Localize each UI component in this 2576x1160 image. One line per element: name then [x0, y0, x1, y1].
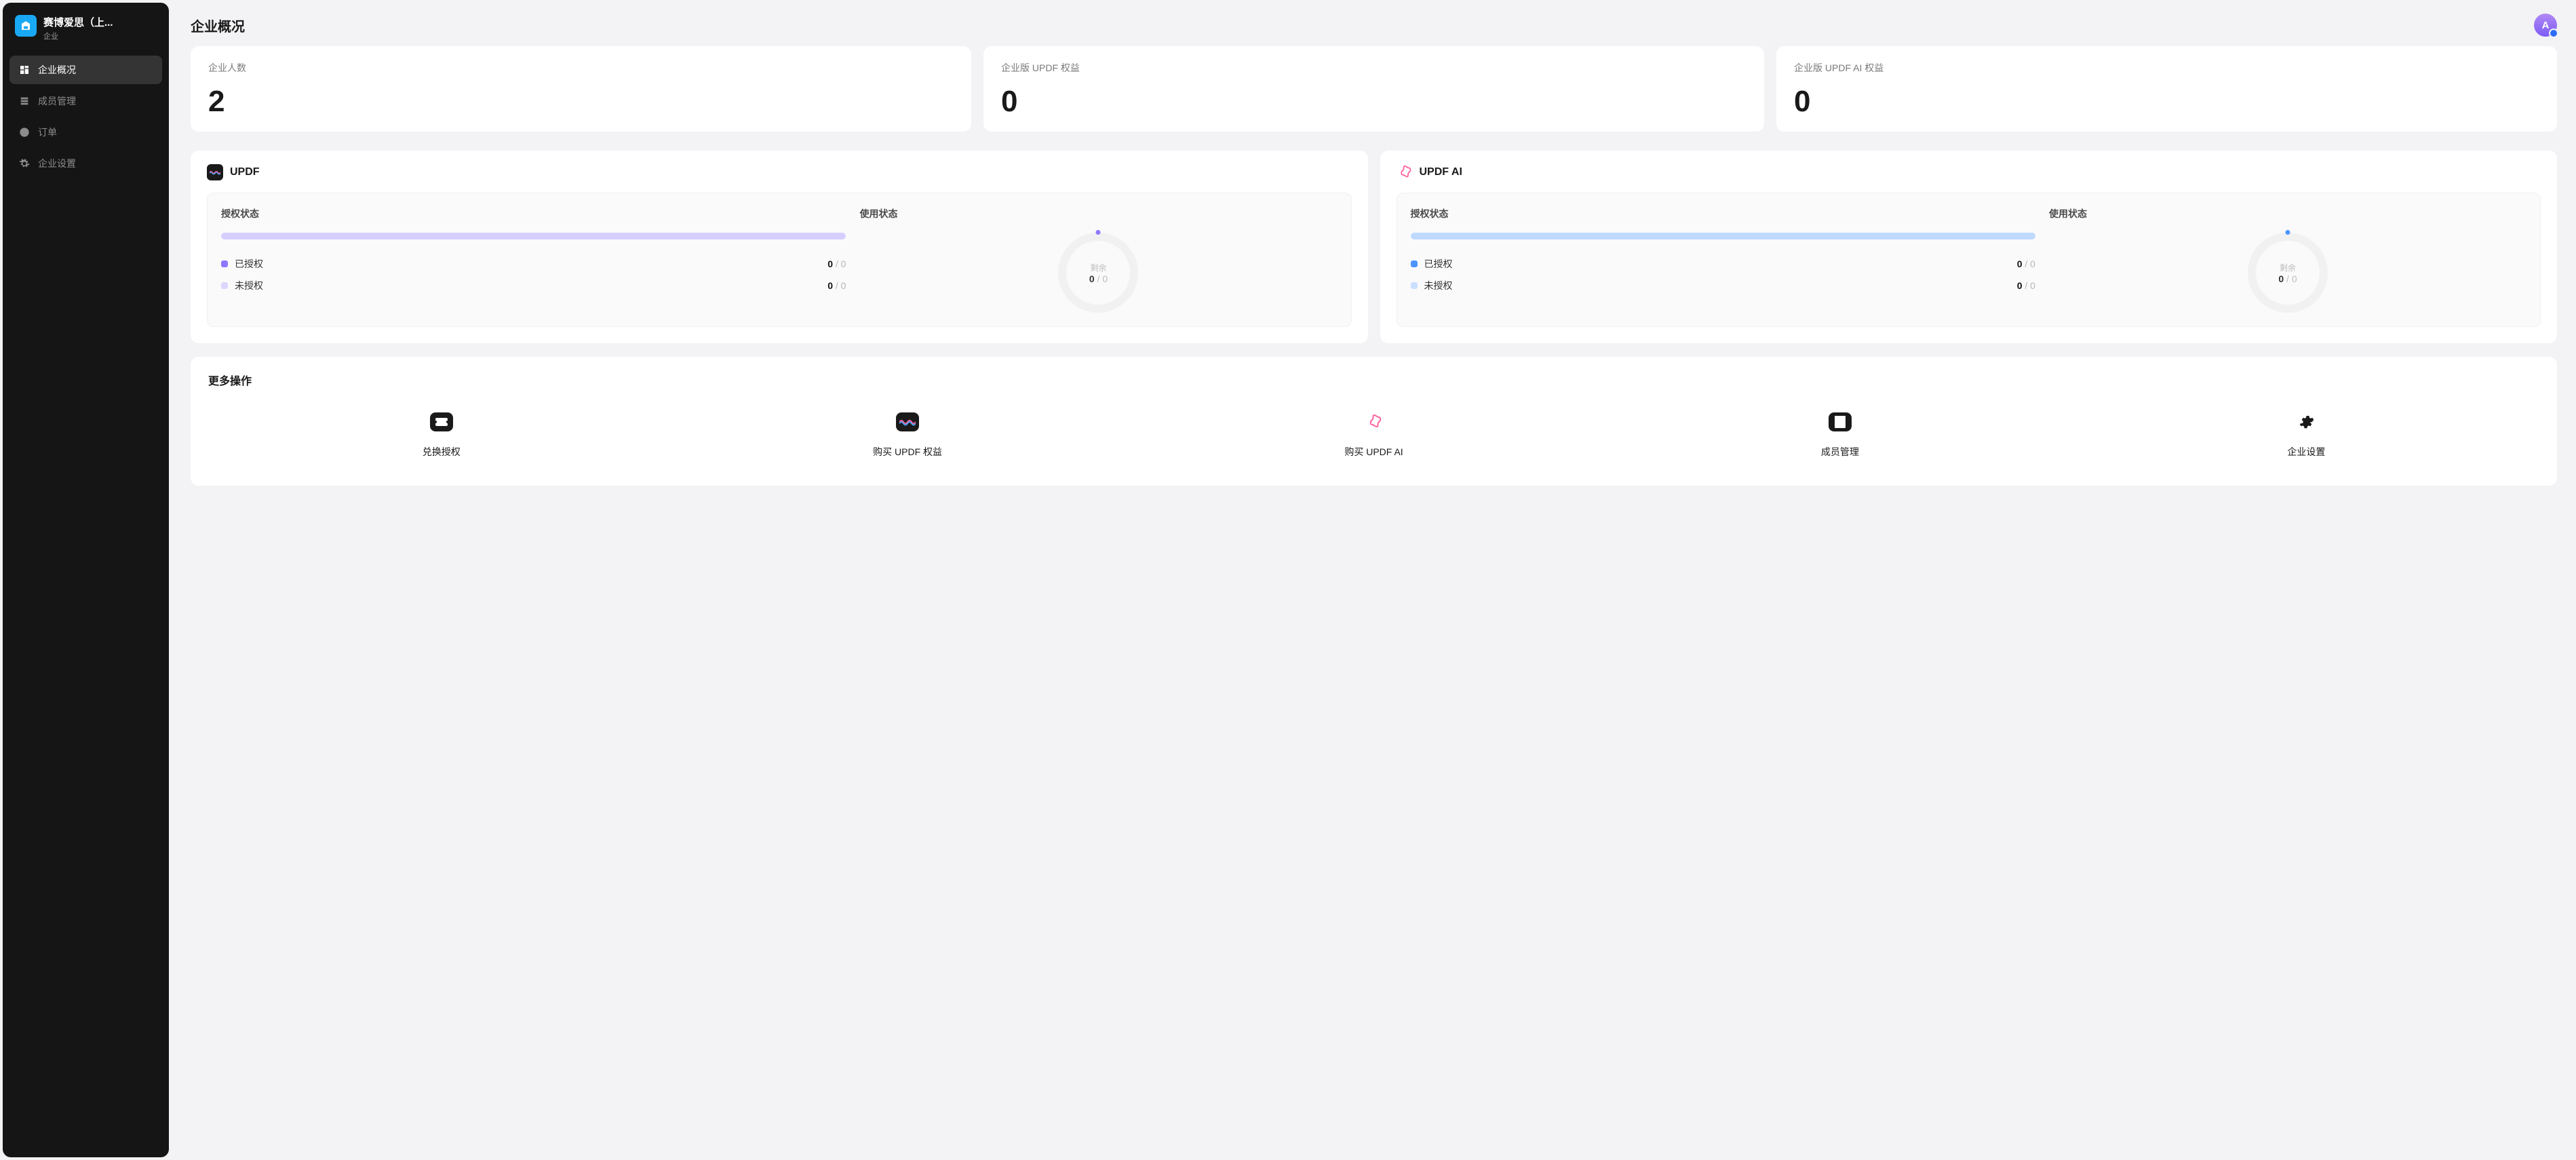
updf-icon	[207, 164, 223, 180]
legend-label: 已授权	[235, 257, 263, 271]
action-buy-updf-ai[interactable]: 购买 UPDF AI	[1141, 406, 1607, 465]
legend-swatch-icon	[1411, 260, 1418, 267]
action-label: 兑换授权	[423, 445, 461, 459]
sidebar-nav: 企业概况 成员管理 订单 企业设置	[9, 56, 162, 178]
legend-label: 未授权	[235, 279, 263, 292]
dashboard-icon	[19, 64, 30, 75]
stat-card-updf: 企业版 UPDF 权益 0	[983, 46, 1764, 132]
sidebar-header: 赛博爱思（上... 企业	[9, 15, 162, 52]
sidebar-item-label: 成员管理	[38, 94, 76, 108]
product-body: 授权状态 已授权 0 / 0	[1397, 193, 2541, 327]
orders-icon	[19, 127, 30, 138]
sidebar: 赛博爱思（上... 企业 企业概况 成员管理 订单	[3, 3, 169, 1157]
legend-unauthorized: 未授权 0 / 0	[221, 275, 846, 296]
usage-donut: 剩余 0 / 0	[1058, 233, 1138, 313]
action-label: 购买 UPDF 权益	[873, 445, 942, 459]
avatar-badge-icon	[2549, 28, 2558, 38]
product-card-updf: UPDF 授权状态 已授权 0 / 0	[191, 151, 1368, 343]
auth-progress-bar	[221, 233, 846, 239]
legend-label: 已授权	[1424, 257, 1453, 271]
users-icon	[19, 96, 30, 107]
updf-icon	[896, 412, 919, 431]
updf-ai-icon	[1397, 164, 1413, 180]
remaining-value: 0 / 0	[1089, 273, 1108, 284]
updf-ai-icon	[1363, 412, 1386, 431]
legend-swatch-icon	[1411, 282, 1418, 289]
action-settings[interactable]: 企业设置	[2073, 406, 2539, 465]
sidebar-item-members[interactable]: 成员管理	[9, 87, 162, 115]
sidebar-item-overview[interactable]: 企业概况	[9, 56, 162, 84]
org-info: 赛博爱思（上... 企业	[43, 15, 113, 41]
product-title: UPDF	[230, 166, 260, 178]
sidebar-item-settings[interactable]: 企业设置	[9, 149, 162, 178]
action-label: 成员管理	[1821, 445, 1859, 459]
gear-icon	[2295, 412, 2318, 431]
product-header: UPDF	[207, 164, 1352, 180]
action-label: 购买 UPDF AI	[1344, 445, 1403, 459]
legend-value: 0 / 0	[827, 258, 846, 269]
org-logo-icon	[15, 15, 37, 37]
document-icon	[1829, 412, 1852, 431]
product-card-updf-ai: UPDF AI 授权状态 已授权 0 / 0	[1380, 151, 2558, 343]
auth-title: 授权状态	[1411, 207, 2035, 220]
legend-authorized: 已授权 0 / 0	[221, 253, 846, 275]
products-row: UPDF 授权状态 已授权 0 / 0	[191, 151, 2557, 343]
sidebar-item-orders[interactable]: 订单	[9, 118, 162, 147]
org-type: 企业	[43, 31, 113, 41]
avatar-letter: A	[2542, 20, 2550, 31]
stat-card-updf-ai: 企业版 UPDF AI 权益 0	[1776, 46, 2557, 132]
sidebar-item-label: 订单	[38, 125, 57, 139]
auth-panel: 授权状态 已授权 0 / 0	[1411, 207, 2035, 313]
usage-title: 使用状态	[2049, 207, 2087, 220]
auth-title: 授权状态	[221, 207, 846, 220]
remaining-label: 剩余	[2280, 262, 2296, 273]
auth-progress-bar	[1411, 233, 2035, 239]
stat-value: 0	[1794, 87, 2539, 117]
stat-label: 企业版 UPDF 权益	[1001, 61, 1746, 75]
remaining-value: 0 / 0	[2278, 273, 2297, 284]
action-label: 企业设置	[2287, 445, 2325, 459]
stat-value: 2	[208, 87, 954, 117]
page-title: 企业概况	[191, 16, 245, 35]
sidebar-item-label: 企业设置	[38, 157, 76, 170]
main: 企业概况 A 企业人数 2 企业版 UPDF 权益 0 企业版 UPDF AI …	[172, 0, 2576, 1160]
legend-value: 0 / 0	[827, 280, 846, 291]
usage-title: 使用状态	[859, 207, 897, 220]
sidebar-item-label: 企业概况	[38, 63, 76, 77]
stat-label: 企业人数	[208, 61, 954, 75]
stat-value: 0	[1001, 87, 1746, 117]
avatar[interactable]: A	[2534, 14, 2557, 37]
action-redeem[interactable]: 兑换授权	[208, 406, 674, 465]
page-header: 企业概况 A	[191, 14, 2557, 37]
product-header: UPDF AI	[1397, 164, 2541, 180]
gear-icon	[19, 158, 30, 169]
actions-title: 更多操作	[208, 372, 2539, 388]
legend-unauthorized: 未授权 0 / 0	[1411, 275, 2035, 296]
legend-label: 未授权	[1424, 279, 1453, 292]
legend-value: 0 / 0	[2017, 280, 2035, 291]
actions-card: 更多操作 兑换授权 购买 UPDF 权益	[191, 357, 2557, 486]
org-name: 赛博爱思（上...	[43, 15, 113, 29]
action-buy-updf[interactable]: 购买 UPDF 权益	[674, 406, 1140, 465]
auth-panel: 授权状态 已授权 0 / 0	[221, 207, 846, 313]
usage-donut: 剩余 0 / 0	[2248, 233, 2328, 313]
legend-swatch-icon	[221, 260, 228, 267]
usage-panel: 使用状态 剩余 0 / 0	[2049, 207, 2526, 313]
actions-row: 兑换授权 购买 UPDF 权益	[208, 406, 2539, 465]
legend-value: 0 / 0	[2017, 258, 2035, 269]
usage-panel: 使用状态 剩余 0 / 0	[859, 207, 1337, 313]
stats-row: 企业人数 2 企业版 UPDF 权益 0 企业版 UPDF AI 权益 0	[191, 46, 2557, 132]
product-body: 授权状态 已授权 0 / 0	[207, 193, 1352, 327]
product-title: UPDF AI	[1420, 166, 1462, 178]
stat-label: 企业版 UPDF AI 权益	[1794, 61, 2539, 75]
action-members[interactable]: 成员管理	[1607, 406, 2073, 465]
legend-authorized: 已授权 0 / 0	[1411, 253, 2035, 275]
ticket-icon	[430, 412, 453, 431]
stat-card-members: 企业人数 2	[191, 46, 971, 132]
remaining-label: 剩余	[1090, 262, 1106, 273]
legend-swatch-icon	[221, 282, 228, 289]
